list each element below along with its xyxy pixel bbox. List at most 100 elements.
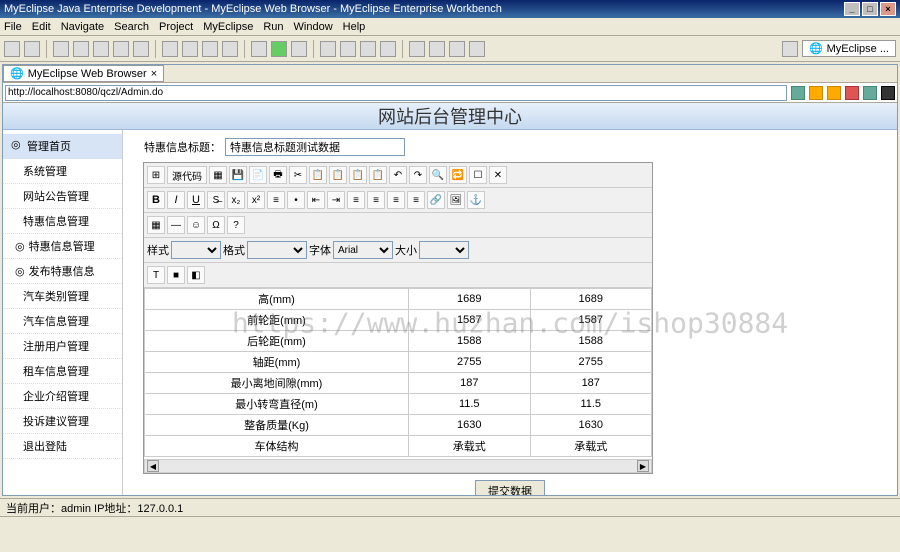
outdent-icon[interactable]: ⇤ xyxy=(307,191,325,209)
cut-icon[interactable]: ✂ xyxy=(289,166,307,184)
format-select[interactable] xyxy=(247,241,307,259)
sidebar-item-car-info[interactable]: 汽车信息管理 xyxy=(3,309,122,334)
align-justify-icon[interactable]: ≡ xyxy=(407,191,425,209)
refresh-icon[interactable] xyxy=(863,86,877,100)
bold-icon[interactable]: B xyxy=(147,191,165,209)
title-input[interactable] xyxy=(225,138,405,156)
expand-icon[interactable]: ⊞ xyxy=(147,166,165,184)
char-icon[interactable]: Ω xyxy=(207,216,225,234)
strike-icon[interactable]: S̶ xyxy=(207,191,225,209)
italic-icon[interactable]: I xyxy=(167,191,185,209)
tool-icon[interactable] xyxy=(340,41,356,57)
align-left-icon[interactable]: ≡ xyxy=(347,191,365,209)
sidebar-item-system[interactable]: 系统管理 xyxy=(3,159,122,184)
selectall-icon[interactable]: ☐ xyxy=(469,166,487,184)
content-table[interactable]: 高(mm)16891689前轮距(mm)15871587后轮距(mm)15881… xyxy=(144,288,652,457)
sidebar-item-company[interactable]: 企业介绍管理 xyxy=(3,384,122,409)
hr-icon[interactable]: — xyxy=(167,216,185,234)
paste-text-icon[interactable]: 📋 xyxy=(349,166,367,184)
tool-icon[interactable] xyxy=(380,41,396,57)
menu-help[interactable]: Help xyxy=(343,21,366,33)
tool-icon[interactable] xyxy=(409,41,425,57)
image-icon[interactable]: 🖼 xyxy=(447,191,465,209)
underline-icon[interactable]: U xyxy=(187,191,205,209)
sup-icon[interactable]: x² xyxy=(247,191,265,209)
bgcolor-icon[interactable]: ■ xyxy=(167,266,185,284)
removeformat-icon[interactable]: ✕ xyxy=(489,166,507,184)
sidebar-item-special[interactable]: 特惠信息管理 xyxy=(3,209,122,234)
align-right-icon[interactable]: ≡ xyxy=(387,191,405,209)
size-select[interactable] xyxy=(419,241,469,259)
sidebar-item-special-manage[interactable]: 特惠信息管理 xyxy=(3,234,122,259)
align-center-icon[interactable]: ≡ xyxy=(367,191,385,209)
tool-icon[interactable] xyxy=(320,41,336,57)
tool-icon[interactable] xyxy=(429,41,445,57)
find-icon[interactable]: 🔍 xyxy=(429,166,447,184)
tool-icon[interactable] xyxy=(222,41,238,57)
go-icon[interactable] xyxy=(791,86,805,100)
redo-icon[interactable]: ↷ xyxy=(409,166,427,184)
sidebar-item-complaint[interactable]: 投诉建议管理 xyxy=(3,409,122,434)
sidebar-item-publish-special[interactable]: 发布特惠信息 xyxy=(3,259,122,284)
tool-icon[interactable] xyxy=(291,41,307,57)
link-icon[interactable]: 🔗 xyxy=(427,191,445,209)
smiley-icon[interactable]: ☺ xyxy=(187,216,205,234)
maximize-button[interactable]: □ xyxy=(862,2,878,16)
new-icon[interactable] xyxy=(4,41,20,57)
replace-icon[interactable]: 🔁 xyxy=(449,166,467,184)
browser-tab[interactable]: 🌐 MyEclipse Web Browser × xyxy=(3,65,164,82)
back-icon[interactable] xyxy=(809,86,823,100)
tool-icon[interactable] xyxy=(469,41,485,57)
sidebar-header[interactable]: 管理首页 xyxy=(3,134,122,159)
tool-icon[interactable] xyxy=(133,41,149,57)
preview-icon[interactable]: ▦ xyxy=(209,166,227,184)
menu-myeclipse[interactable]: MyEclipse xyxy=(203,21,253,33)
menu-project[interactable]: Project xyxy=(159,21,193,33)
menu-file[interactable]: File xyxy=(4,21,22,33)
home-icon[interactable] xyxy=(881,86,895,100)
save-icon[interactable]: 💾 xyxy=(229,166,247,184)
debug-icon[interactable] xyxy=(251,41,267,57)
textcolor-icon[interactable]: T xyxy=(147,266,165,284)
close-button[interactable]: × xyxy=(880,2,896,16)
horizontal-scrollbar[interactable]: ◀ ▶ xyxy=(144,459,652,473)
ol-icon[interactable]: ≡ xyxy=(267,191,285,209)
save-icon[interactable] xyxy=(24,41,40,57)
tool-icon[interactable] xyxy=(202,41,218,57)
sidebar-item-logout[interactable]: 退出登陆 xyxy=(3,434,122,459)
menu-navigate[interactable]: Navigate xyxy=(61,21,104,33)
copy-icon[interactable]: 📋 xyxy=(309,166,327,184)
font-select[interactable]: Arial xyxy=(333,241,393,259)
source-button[interactable]: 源代码 xyxy=(167,166,207,184)
minimize-button[interactable]: _ xyxy=(844,2,860,16)
forward-icon[interactable] xyxy=(827,86,841,100)
run-icon[interactable] xyxy=(271,41,287,57)
sidebar-item-announce[interactable]: 网站公告管理 xyxy=(3,184,122,209)
paste-word-icon[interactable]: 📋 xyxy=(369,166,387,184)
indent-icon[interactable]: ⇥ xyxy=(327,191,345,209)
close-tab-icon[interactable]: × xyxy=(151,68,157,80)
tool-icon[interactable] xyxy=(162,41,178,57)
sidebar-item-users[interactable]: 注册用户管理 xyxy=(3,334,122,359)
tool-icon[interactable] xyxy=(73,41,89,57)
sidebar-item-car-category[interactable]: 汽车类别管理 xyxy=(3,284,122,309)
menu-edit[interactable]: Edit xyxy=(32,21,51,33)
submit-button[interactable]: 提交数据 xyxy=(475,480,545,495)
style-select[interactable] xyxy=(171,241,221,259)
url-input[interactable] xyxy=(5,85,787,101)
perspective-icon[interactable] xyxy=(782,41,798,57)
undo-icon[interactable]: ↶ xyxy=(389,166,407,184)
menu-run[interactable]: Run xyxy=(263,21,283,33)
anchor-icon[interactable]: ⚓ xyxy=(467,191,485,209)
tool-icon[interactable] xyxy=(449,41,465,57)
table-icon[interactable]: ▦ xyxy=(147,216,165,234)
scroll-left-icon[interactable]: ◀ xyxy=(147,460,159,472)
stop-icon[interactable] xyxy=(845,86,859,100)
print-icon[interactable]: 🖶 xyxy=(269,166,287,184)
tool-icon[interactable]: ◧ xyxy=(187,266,205,284)
tool-icon[interactable] xyxy=(360,41,376,57)
perspective-tab[interactable]: 🌐 MyEclipse ... xyxy=(802,40,896,57)
menu-window[interactable]: Window xyxy=(294,21,333,33)
scroll-right-icon[interactable]: ▶ xyxy=(637,460,649,472)
tool-icon[interactable] xyxy=(182,41,198,57)
